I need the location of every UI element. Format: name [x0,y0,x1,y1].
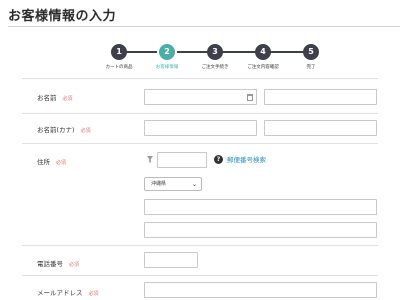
row-divider [22,275,378,276]
phone-label-text: 電話番号 [37,260,63,268]
kana-label: お名前(カナ) 必須 [37,124,91,134]
address-line1-input[interactable] [144,199,377,215]
row-divider [22,78,378,79]
required-badge: 必須 [62,96,73,102]
phone-label: 電話番号 必須 [37,258,79,268]
step-number: 3 [207,44,223,60]
required-badge: 必須 [88,291,99,297]
kana-label-text: お名前(カナ) [37,126,75,134]
email-input[interactable] [144,282,377,298]
address-label: 住所 必須 [37,156,66,166]
required-badge: 必須 [56,160,67,166]
zip-search-link[interactable]: 郵便番号検索 [227,154,266,164]
row-divider [22,245,378,246]
first-name-kana-input[interactable] [264,120,377,136]
step-complete: 5 完了 [281,42,341,70]
required-badge: 必須 [69,262,80,268]
prefecture-select[interactable]: 沖縄県 ⌄ [144,177,202,191]
help-icon[interactable]: ? [214,155,223,164]
row-divider [22,143,378,144]
step-label: 完了 [306,65,316,70]
last-name-input[interactable] [144,89,257,105]
step-number: 2 [159,44,175,60]
required-badge: 必須 [80,128,91,134]
row-divider [22,113,378,114]
first-name-input[interactable] [264,89,377,105]
prefecture-selected-value: 沖縄県 [151,181,167,187]
step-number: 5 [303,44,319,60]
page-title: お客様情報の入力 [8,9,117,24]
name-label: お名前 必須 [37,92,73,102]
email-label: メールアドレス 必須 [37,287,99,297]
step-number: 4 [255,44,271,60]
zip-code-input[interactable] [157,152,207,168]
name-label-text: お名前 [37,94,57,102]
title-divider [8,26,400,27]
phone-input[interactable] [144,252,198,268]
last-name-kana-input[interactable] [144,120,257,136]
chevron-down-icon: ⌄ [191,181,197,188]
calendar-icon [247,94,253,101]
step-number: 1 [111,44,127,60]
checkout-stepper: 1 カートの商品 2 お客様情報 3 ご注文手続き 4 ご注文内容確認 5 完了 [0,42,400,72]
address-line2-input[interactable] [144,222,377,238]
email-label-text: メールアドレス [37,289,83,297]
postal-mark-icon [147,156,153,163]
address-label-text: 住所 [37,158,50,166]
